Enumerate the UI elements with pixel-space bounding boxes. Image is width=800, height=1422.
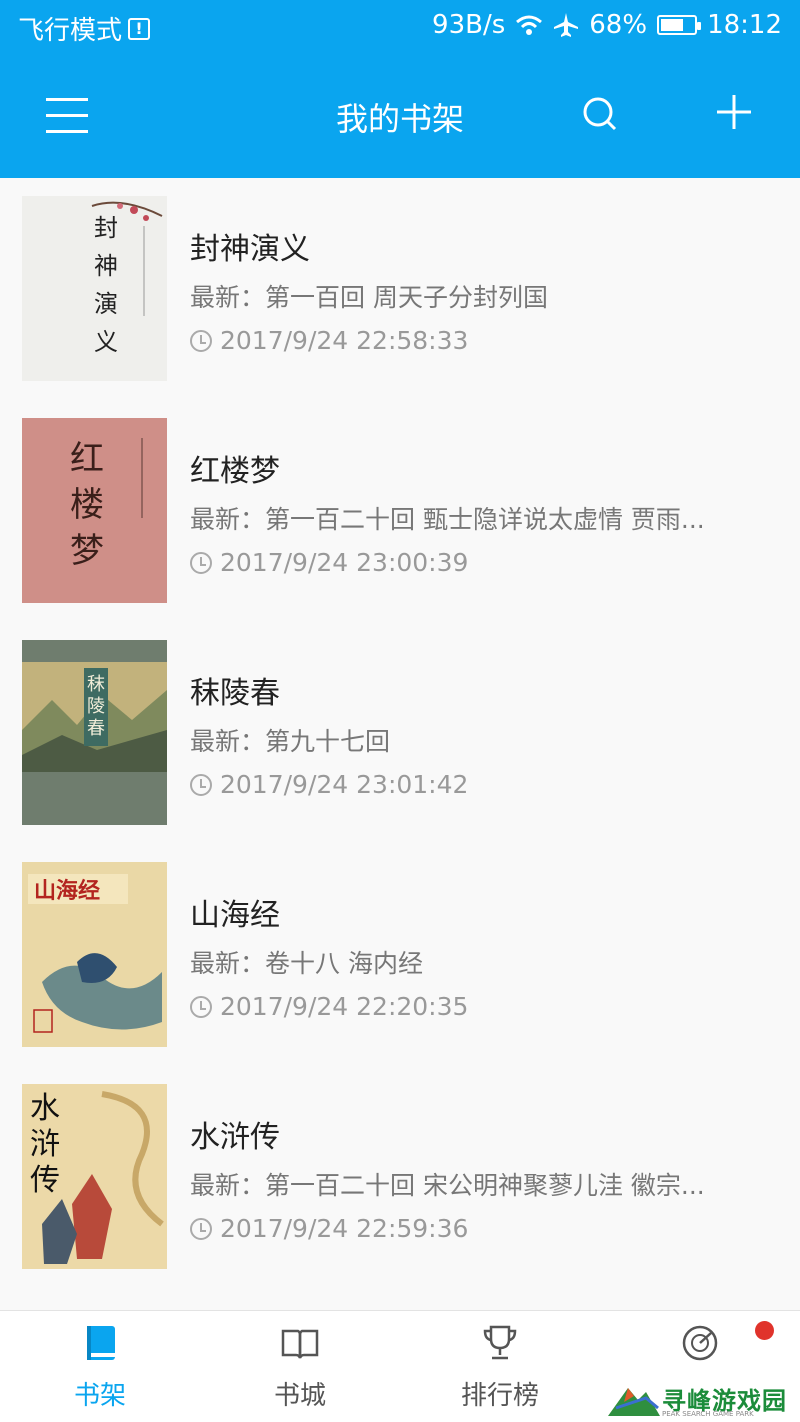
airplane-icon — [554, 13, 579, 37]
book-update-time: 2017/9/24 22:59:36 — [190, 1214, 468, 1243]
book-latest-chapter: 最新：第一百二十回 宋公明神聚蓼儿洼 徽宗... — [190, 1171, 705, 1200]
svg-text:红: 红 — [70, 439, 104, 479]
clock-icon — [190, 329, 212, 352]
tab-bookstore[interactable]: 书城 — [200, 1311, 400, 1422]
svg-text:浒: 浒 — [30, 1127, 60, 1162]
tab-ranking[interactable]: 排行榜 — [400, 1311, 600, 1422]
book-title: 水浒传 — [190, 1120, 280, 1155]
tab-label: 书城 — [273, 1381, 326, 1411]
svg-text:神: 神 — [94, 252, 118, 280]
book-time-text: 2017/9/24 22:59:36 — [220, 1214, 469, 1243]
book-title: 山海经 — [190, 898, 280, 933]
battery-percent: 68% — [589, 10, 648, 40]
airplane-mode-label: 飞行模式 — [18, 16, 123, 46]
svg-text:水: 水 — [30, 1091, 60, 1126]
book-cover: 红 楼 梦 — [22, 418, 167, 603]
clock-icon — [190, 551, 212, 574]
book-latest-chapter: 最新：第一百回 周天子分封列国 — [190, 283, 548, 312]
svg-text:春: 春 — [87, 718, 105, 739]
clock-time: 18:12 — [707, 10, 782, 40]
svg-text:秣: 秣 — [87, 674, 105, 695]
mountain-logo-icon — [608, 1388, 660, 1416]
open-book-icon — [281, 1329, 319, 1359]
book-update-time: 2017/9/24 23:01:42 — [190, 770, 468, 799]
book-update-time: 2017/9/24 22:20:35 — [190, 992, 468, 1021]
tab-label: 书架 — [73, 1381, 126, 1411]
tab-bookshelf[interactable]: 书架 — [0, 1311, 200, 1422]
book-update-time: 2017/9/24 23:00:39 — [190, 548, 468, 577]
svg-text:山海经: 山海经 — [34, 878, 100, 904]
page-title: 我的书架 — [335, 100, 464, 138]
svg-text:陵: 陵 — [87, 696, 105, 717]
clock-icon — [190, 773, 212, 796]
tab-label: 排行榜 — [460, 1381, 539, 1411]
book-item[interactable]: 红 楼 梦 红楼梦 最新：第一百二十回 甄士隐详说太虚情 贾雨... 2017/… — [0, 400, 800, 622]
status-bar: 飞行模式 ! 93B/s 68% 18:12 — [0, 0, 800, 56]
svg-text:封: 封 — [94, 214, 118, 242]
svg-text:义: 义 — [94, 328, 118, 356]
svg-text:梦: 梦 — [70, 531, 104, 571]
book-item[interactable]: 山海经 山海经 最新：卷十八 海内经 2017/9/24 22:20:35 — [0, 844, 800, 1066]
book-latest-chapter: 最新：第九十七回 — [190, 727, 391, 756]
search-icon[interactable] — [580, 94, 620, 134]
bookshelf-list: 封 神 演 义 封神演义 最新：第一百回 周天子分封列国 2017/9/24 2… — [0, 178, 800, 1288]
battery-icon — [657, 15, 702, 35]
book-item[interactable]: 封 神 演 义 封神演义 最新：第一百回 周天子分封列国 2017/9/24 2… — [0, 178, 800, 400]
notification-icon: ! — [128, 17, 151, 40]
book-time-text: 2017/9/24 22:20:35 — [220, 992, 469, 1021]
plus-icon[interactable] — [714, 92, 754, 132]
trophy-icon — [483, 1325, 517, 1360]
wifi-icon — [516, 15, 543, 35]
svg-text:演: 演 — [94, 290, 118, 318]
notification-badge — [755, 1321, 774, 1340]
book-item[interactable]: 水 浒 传 水浒传 最新：第一百二十回 宋公明神聚蓼儿洼 徽宗... 2017/… — [0, 1066, 800, 1288]
svg-text:传: 传 — [30, 1163, 60, 1198]
clock-icon — [190, 1217, 212, 1240]
book-cover: 水 浒 传 — [22, 1084, 167, 1269]
book-update-time: 2017/9/24 22:58:33 — [190, 326, 468, 355]
book-icon — [87, 1326, 115, 1360]
book-cover: 秣 陵 春 — [22, 640, 167, 825]
book-time-text: 2017/9/24 22:58:33 — [220, 326, 469, 355]
book-time-text: 2017/9/24 23:00:39 — [220, 548, 469, 577]
book-item[interactable]: 秣 陵 春 秣陵春 最新：第九十七回 2017/9/24 23:01:42 — [0, 622, 800, 844]
book-title: 秣陵春 — [190, 676, 280, 711]
book-cover: 封 神 演 义 — [22, 196, 167, 381]
book-latest-chapter: 最新：卷十八 海内经 — [190, 949, 423, 978]
book-time-text: 2017/9/24 23:01:42 — [220, 770, 469, 799]
app-bar: 我的书架 — [0, 56, 800, 178]
book-cover: 山海经 — [22, 862, 167, 1047]
network-speed: 93B/s — [432, 10, 506, 40]
watermark: 寻峰游戏园 PEAK SEARCH GAME PARK — [600, 1374, 800, 1422]
watermark-subtext: PEAK SEARCH GAME PARK — [662, 1410, 754, 1418]
clock-icon — [190, 995, 212, 1018]
svg-text:楼: 楼 — [70, 485, 104, 525]
radar-icon — [682, 1325, 718, 1361]
book-title: 红楼梦 — [190, 454, 280, 489]
book-latest-chapter: 最新：第一百二十回 甄士隐详说太虚情 贾雨... — [190, 505, 705, 534]
book-title: 封神演义 — [190, 232, 310, 267]
